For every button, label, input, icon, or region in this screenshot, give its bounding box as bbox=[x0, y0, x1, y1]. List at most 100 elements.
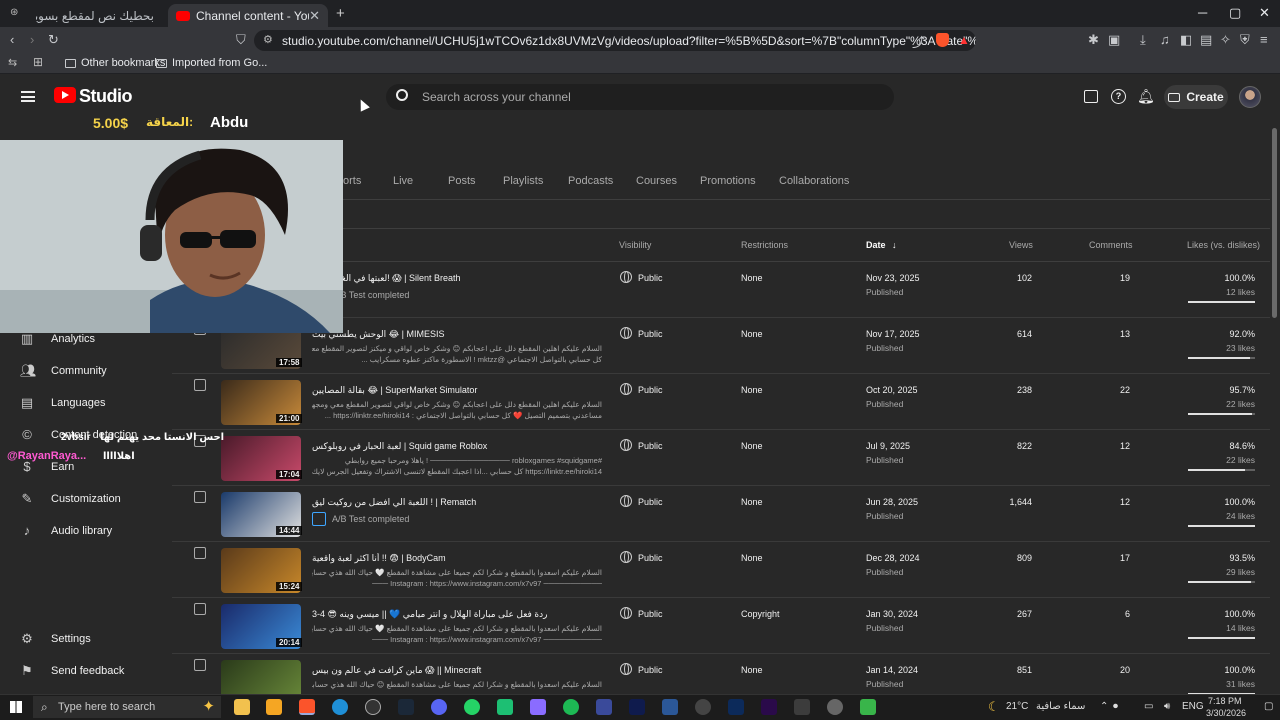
premiere-icon[interactable] bbox=[761, 699, 777, 715]
video-visibility[interactable]: Public bbox=[638, 329, 663, 339]
video-visibility[interactable]: Public bbox=[638, 497, 663, 507]
taskbar-time[interactable]: 7:18 PM bbox=[1208, 696, 1242, 706]
apps-icon[interactable]: ⊞ bbox=[33, 55, 43, 69]
tab-shorts[interactable]: orts bbox=[343, 175, 361, 187]
store-icon[interactable] bbox=[266, 699, 282, 715]
file-explorer-icon[interactable] bbox=[234, 699, 250, 715]
tab-playlists[interactable]: Playlists bbox=[503, 175, 543, 187]
row-checkbox[interactable] bbox=[194, 547, 206, 559]
app-icon-20[interactable] bbox=[860, 699, 876, 715]
sidebar-item-settings[interactable]: ⚙ Settings bbox=[20, 631, 91, 647]
new-tab-button[interactable]: + bbox=[336, 5, 345, 22]
app-icon-5[interactable] bbox=[365, 699, 381, 715]
share-icon[interactable]: ⤴ bbox=[912, 32, 925, 51]
input-language[interactable]: ENG bbox=[1182, 701, 1204, 712]
windows-start-icon[interactable] bbox=[10, 701, 22, 713]
notifications-bell-icon[interactable]: 🔔︎ bbox=[1137, 88, 1155, 105]
close-tab-icon[interactable]: ✕ bbox=[309, 8, 320, 24]
sidebar-item-analytics[interactable]: ▥ Analytics bbox=[20, 331, 95, 347]
media-icon[interactable]: ♫ bbox=[1160, 32, 1170, 47]
video-visibility[interactable]: Public bbox=[638, 553, 663, 563]
bookmark-other[interactable]: Other bookmarks bbox=[65, 57, 165, 69]
minimize-button[interactable]: ─ bbox=[1198, 5, 1207, 20]
forward-icon[interactable]: › bbox=[30, 32, 34, 47]
video-visibility[interactable]: Public bbox=[638, 665, 663, 675]
reload-icon[interactable]: ↻ bbox=[48, 32, 59, 48]
browser-tab-1[interactable]: بحطيك نص لمقطع بسويه واذا تبي حد... bbox=[28, 4, 166, 27]
mic-icon[interactable]: ⏺︎ bbox=[1113, 701, 1118, 712]
app-icon-12[interactable] bbox=[596, 699, 612, 715]
app-icon-14[interactable] bbox=[662, 699, 678, 715]
scrollbar-thumb[interactable] bbox=[1272, 128, 1277, 318]
tab-courses[interactable]: Courses bbox=[636, 175, 677, 187]
video-visibility[interactable]: Public bbox=[638, 273, 663, 283]
brave-shield-icon[interactable] bbox=[936, 33, 949, 47]
bookmark-icon[interactable]: ⛉ bbox=[236, 32, 246, 48]
sidebar-item-send-feedback[interactable]: ⚑ Send feedback bbox=[20, 663, 124, 679]
back-icon[interactable]: ‹ bbox=[10, 32, 14, 47]
discord-icon[interactable] bbox=[431, 699, 447, 715]
app-icon-9[interactable] bbox=[497, 699, 513, 715]
hamburger-menu-icon[interactable] bbox=[21, 91, 35, 102]
video-title[interactable]: الوحش يطسني بيت 😂 | MIMESIS bbox=[312, 329, 600, 340]
tab-podcasts[interactable]: Podcasts bbox=[568, 175, 613, 187]
tab-groups-icon[interactable]: ⇆ bbox=[8, 56, 17, 69]
bookmark-imported[interactable]: Imported from Go... bbox=[156, 57, 267, 69]
row-checkbox[interactable] bbox=[194, 491, 206, 503]
whatsapp-icon[interactable] bbox=[464, 699, 480, 715]
video-visibility[interactable]: Public bbox=[638, 609, 663, 619]
help-icon[interactable]: ? bbox=[1111, 89, 1126, 104]
col-date[interactable]: Date ↓ bbox=[866, 240, 897, 250]
notification-center-icon[interactable]: ▢ bbox=[1264, 701, 1273, 712]
wallet-2-icon[interactable]: ▤ bbox=[1200, 32, 1212, 48]
video-title[interactable]: لعبة الحبار في روبلوكس | Squid game Robl… bbox=[312, 441, 600, 452]
network-icon[interactable]: ▭ bbox=[1144, 701, 1153, 712]
create-button[interactable]: Create bbox=[1164, 85, 1228, 109]
video-title[interactable]: بقالة المصايين 😂 | SuperMarket Simulator bbox=[312, 385, 600, 396]
tab-posts[interactable]: Posts bbox=[448, 175, 476, 187]
app-icon-15[interactable] bbox=[695, 699, 711, 715]
download-icon[interactable]: ⤓ bbox=[1140, 32, 1146, 48]
video-title[interactable]: اللعبة الي افضل من روكيت ليق ! | Rematch bbox=[312, 497, 600, 508]
steam-icon[interactable] bbox=[398, 699, 414, 715]
account-avatar[interactable] bbox=[1239, 86, 1261, 108]
taskbar-date[interactable]: 3/30/2026 bbox=[1206, 708, 1246, 718]
video-title[interactable]: أنا اكثر لعبة واقعية !! 😨 | BodyCam bbox=[312, 553, 600, 564]
sidebar-toggle-icon[interactable]: ◧ bbox=[1180, 32, 1192, 48]
row-checkbox[interactable] bbox=[194, 659, 206, 671]
weather-temp[interactable]: 21°C bbox=[1006, 701, 1028, 712]
channel-search-input[interactable]: Search across your channel bbox=[386, 84, 894, 110]
video-visibility[interactable]: Public bbox=[638, 385, 663, 395]
row-checkbox[interactable] bbox=[194, 603, 206, 615]
tab-live[interactable]: Live bbox=[393, 175, 413, 187]
sidebar-item-community[interactable]: 👥︎ Community bbox=[20, 363, 107, 379]
sidebar-item-customization[interactable]: ✎ Customization bbox=[20, 491, 121, 507]
sidebar-item-languages[interactable]: ▤ Languages bbox=[20, 395, 106, 411]
wallet-icon[interactable]: ▣ bbox=[1108, 32, 1120, 48]
menu-icon[interactable]: ≡ bbox=[1260, 32, 1268, 47]
youtube-logo-icon[interactable] bbox=[54, 87, 76, 103]
video-title[interactable]: لعبتها في الغابة.. وما! 😱 | Silent Breat… bbox=[312, 273, 600, 284]
tab-search-icon[interactable]: ⊛ bbox=[10, 7, 18, 18]
tab-promotions[interactable]: Promotions bbox=[700, 175, 756, 187]
app-icon-13[interactable] bbox=[629, 699, 645, 715]
taskbar-search-input[interactable]: ⌕ Type here to search ✦ bbox=[33, 696, 221, 718]
extensions-icon[interactable]: ✱ bbox=[1088, 32, 1099, 48]
video-visibility[interactable]: Public bbox=[638, 441, 663, 451]
video-title[interactable]: ماين كرافت في عالم ون بيس 😱 || Minecraft bbox=[312, 665, 600, 676]
row-checkbox[interactable] bbox=[194, 379, 206, 391]
video-title[interactable]: ردة فعل على مباراة الهلال و انتر ميامي 💙… bbox=[312, 609, 600, 620]
tab-collaborations[interactable]: Collaborations bbox=[779, 175, 849, 187]
vpn-icon[interactable]: ⛨ bbox=[1240, 32, 1250, 48]
app-icon-19[interactable] bbox=[827, 699, 843, 715]
spotify-icon[interactable] bbox=[563, 699, 579, 715]
site-info-icon[interactable]: ⚙ bbox=[263, 33, 273, 46]
close-window-button[interactable]: ✕ bbox=[1259, 5, 1270, 21]
studio-logo[interactable]: Studio bbox=[79, 86, 133, 107]
maximize-button[interactable]: ▢ bbox=[1229, 5, 1241, 21]
browser-tab-2[interactable]: Channel content - YouTube Studio ✕ bbox=[168, 4, 328, 27]
feedback-icon[interactable] bbox=[1084, 90, 1098, 103]
volume-icon[interactable]: 🔊︎ bbox=[1164, 701, 1170, 712]
edge-icon[interactable] bbox=[332, 699, 348, 715]
app-icon-18[interactable] bbox=[794, 699, 810, 715]
